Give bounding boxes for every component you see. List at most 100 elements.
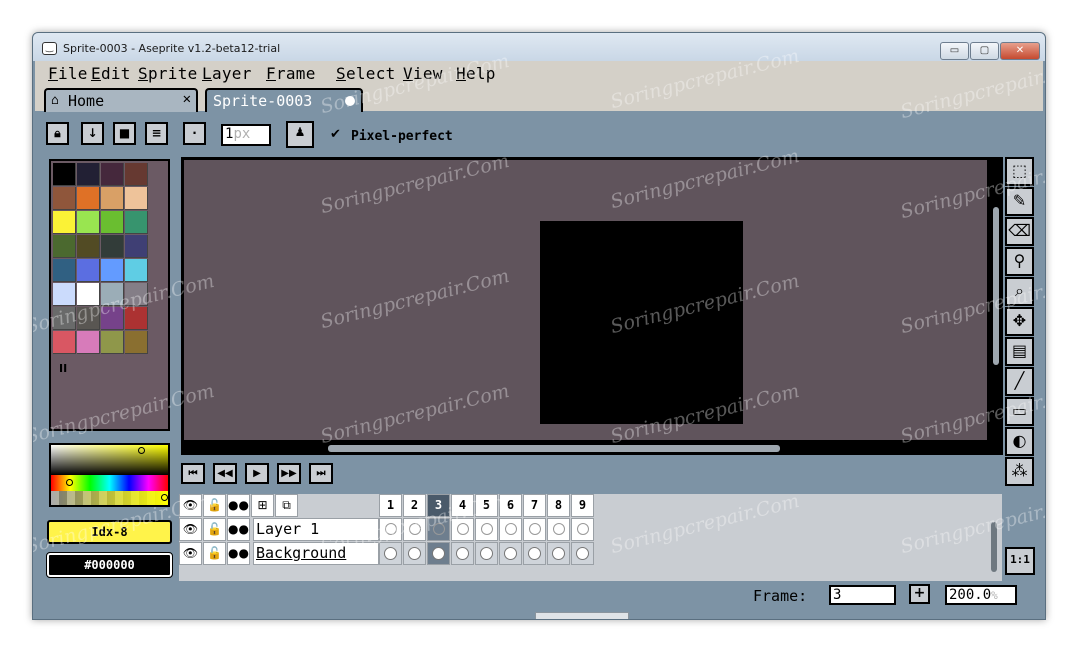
palette-swatch[interactable] bbox=[101, 163, 124, 186]
hue-handle-icon[interactable] bbox=[66, 479, 73, 486]
lock-icon[interactable]: 🔓 bbox=[203, 542, 226, 565]
prev-frame-button[interactable]: ◀◀ bbox=[213, 463, 237, 484]
background-color-button[interactable]: #000000 bbox=[46, 552, 173, 578]
eye-icon[interactable]: 👁 bbox=[179, 518, 202, 541]
menu-lines-icon[interactable]: ≡ bbox=[145, 122, 168, 145]
lock-icon[interactable]: 🔒︎ bbox=[46, 122, 69, 145]
timeline-cel[interactable] bbox=[571, 518, 594, 541]
palette-swatch[interactable] bbox=[101, 259, 124, 282]
eye-icon[interactable]: 👁 bbox=[179, 542, 202, 565]
move-icon[interactable]: ✥ bbox=[1005, 307, 1034, 336]
timeline-cel[interactable] bbox=[547, 542, 570, 565]
palette-swatch[interactable] bbox=[125, 235, 148, 258]
continuous-icon[interactable]: ●● bbox=[227, 494, 250, 517]
alpha-slider[interactable] bbox=[51, 491, 168, 505]
menu-help[interactable]: Help bbox=[456, 64, 496, 83]
pencil-icon[interactable]: ✎ bbox=[1005, 187, 1034, 216]
palette-swatch[interactable] bbox=[53, 235, 76, 258]
arrow-down-icon[interactable]: ↓ bbox=[81, 122, 104, 145]
timeline-cel[interactable] bbox=[475, 518, 498, 541]
minimize-button[interactable]: ▭ bbox=[940, 42, 969, 60]
palette-swatch[interactable] bbox=[125, 211, 148, 234]
frame-header[interactable]: 9 bbox=[571, 494, 594, 517]
frame-header[interactable]: 5 bbox=[475, 494, 498, 517]
palette-swatch[interactable] bbox=[125, 307, 148, 330]
palette-swatch[interactable] bbox=[77, 331, 100, 354]
palette-swatch[interactable] bbox=[53, 187, 76, 210]
zoom-icon[interactable]: ⌕ bbox=[1005, 277, 1034, 306]
lock-icon[interactable]: 🔓 bbox=[203, 494, 226, 517]
frame-header[interactable]: 4 bbox=[451, 494, 474, 517]
menu-layer[interactable]: Layer bbox=[202, 64, 252, 83]
layer-name[interactable]: Layer 1 bbox=[253, 518, 379, 541]
menu-view[interactable]: View bbox=[403, 64, 443, 83]
timeline-cel[interactable] bbox=[547, 518, 570, 541]
palette-swatch[interactable] bbox=[77, 259, 100, 282]
palette-swatch[interactable] bbox=[77, 235, 100, 258]
gradient-fill-icon[interactable]: ▤ bbox=[1005, 337, 1034, 366]
frame-header[interactable]: 7 bbox=[523, 494, 546, 517]
rectangular-marquee-icon[interactable]: ⬚ bbox=[1005, 157, 1034, 186]
bottom-scrollbar[interactable] bbox=[535, 612, 629, 619]
timeline-cel[interactable] bbox=[451, 542, 474, 565]
palette-swatch[interactable] bbox=[125, 187, 148, 210]
menu-select[interactable]: Select bbox=[336, 64, 396, 83]
palette-swatch[interactable] bbox=[125, 259, 148, 282]
saturation-value-area[interactable] bbox=[51, 445, 168, 475]
tab-close-icon[interactable]: ✕ bbox=[183, 91, 191, 107]
tab-home[interactable]: ⌂ Home ✕ bbox=[44, 88, 198, 112]
palette-swatch[interactable] bbox=[77, 307, 100, 330]
palette-swatch[interactable] bbox=[53, 211, 76, 234]
continuous-icon[interactable]: ●● bbox=[227, 542, 250, 565]
layer-row[interactable]: 👁 🔓 ●● Layer 1 bbox=[179, 518, 597, 541]
zoom-reset-button[interactable]: 1:1 bbox=[1005, 547, 1035, 575]
palette-swatch[interactable] bbox=[101, 187, 124, 210]
continuous-icon[interactable]: ●● bbox=[227, 518, 250, 541]
timeline-cel[interactable] bbox=[499, 518, 522, 541]
alpha-handle-icon[interactable] bbox=[161, 494, 168, 501]
layer-group-icon[interactable]: ⊞ bbox=[251, 494, 274, 517]
timeline-cel[interactable] bbox=[523, 518, 546, 541]
rectangle-icon[interactable]: ▭ bbox=[1005, 397, 1034, 426]
checkbox-icon[interactable]: ✔ bbox=[330, 127, 341, 142]
timeline-cel[interactable] bbox=[379, 542, 402, 565]
ink-icon[interactable]: ♟ bbox=[286, 121, 314, 148]
frame-header[interactable]: 8 bbox=[547, 494, 570, 517]
frame-header[interactable]: 2 bbox=[403, 494, 426, 517]
frame-header[interactable]: 6 bbox=[499, 494, 522, 517]
timeline-cel[interactable] bbox=[451, 518, 474, 541]
menu-edit[interactable]: Edit bbox=[91, 64, 131, 83]
palette-swatch[interactable] bbox=[77, 211, 100, 234]
lock-icon[interactable]: 🔓 bbox=[203, 518, 226, 541]
menu-frame[interactable]: Frame bbox=[266, 64, 316, 83]
frame-input[interactable]: 3 bbox=[829, 585, 896, 605]
timeline-cel[interactable] bbox=[403, 542, 426, 565]
timeline-cel[interactable] bbox=[475, 542, 498, 565]
tab-sprite[interactable]: Sprite-0003 bbox=[205, 88, 363, 112]
frame-header[interactable]: 3 bbox=[427, 494, 450, 517]
palette-swatch[interactable] bbox=[101, 235, 124, 258]
onion-skin-icon[interactable]: ⧉ bbox=[275, 494, 298, 517]
frame-header[interactable]: 1 bbox=[379, 494, 402, 517]
palette-swatch[interactable] bbox=[101, 331, 124, 354]
layer-row[interactable]: 👁 🔓 ●● Background bbox=[179, 542, 597, 565]
menu-sprite[interactable]: Sprite bbox=[138, 64, 198, 83]
layer-name[interactable]: Background bbox=[253, 542, 379, 565]
first-frame-button[interactable]: ⏮ bbox=[181, 463, 205, 484]
palette-swatch[interactable] bbox=[77, 163, 100, 186]
palette-swatch[interactable] bbox=[53, 259, 76, 282]
unsaved-dot-icon[interactable] bbox=[345, 96, 355, 106]
color-spectrum[interactable] bbox=[49, 443, 170, 507]
maximize-button[interactable]: ▢ bbox=[970, 42, 999, 60]
blur-icon[interactable]: ⁂ bbox=[1005, 457, 1034, 486]
contour-icon[interactable]: ◐ bbox=[1005, 427, 1034, 456]
horizontal-scrollbar[interactable] bbox=[328, 445, 780, 452]
palette-swatch[interactable] bbox=[77, 187, 100, 210]
sprite-canvas[interactable] bbox=[540, 221, 743, 424]
timeline-cel[interactable] bbox=[499, 542, 522, 565]
palette-swatch[interactable] bbox=[53, 331, 76, 354]
palette-swatch[interactable] bbox=[125, 283, 148, 306]
palette-swatch[interactable] bbox=[77, 283, 100, 306]
timeline-scrollbar[interactable] bbox=[991, 522, 997, 572]
zoom-input[interactable]: 200.0% bbox=[945, 585, 1017, 605]
